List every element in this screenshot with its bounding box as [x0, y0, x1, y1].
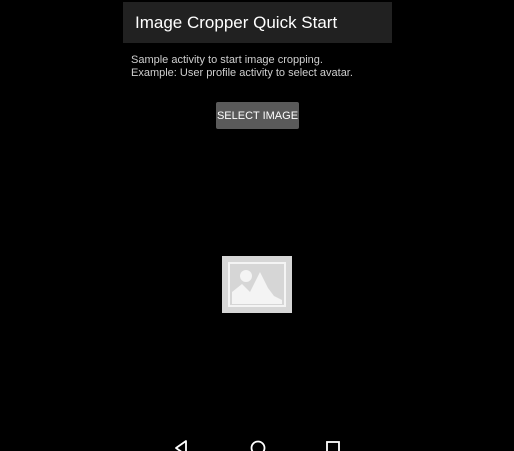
select-image-button[interactable]: SELECT IMAGE	[216, 102, 299, 129]
description-line-1: Sample activity to start image cropping.	[131, 54, 323, 66]
recents-square-icon[interactable]	[323, 438, 343, 451]
back-triangle-icon[interactable]	[172, 438, 192, 451]
navigation-bar	[0, 432, 514, 451]
image-placeholder-icon	[228, 262, 286, 307]
description-line-2: Example: User profile activity to select…	[131, 67, 353, 79]
description-text: Sample activity to start image cropping.…	[131, 54, 353, 80]
app-bar: Image Cropper Quick Start	[123, 2, 392, 43]
app-screen: Image Cropper Quick Start Sample activit…	[0, 0, 514, 451]
app-title: Image Cropper Quick Start	[135, 12, 338, 32]
image-preview[interactable]	[222, 256, 292, 313]
home-circle-icon[interactable]	[248, 438, 268, 451]
